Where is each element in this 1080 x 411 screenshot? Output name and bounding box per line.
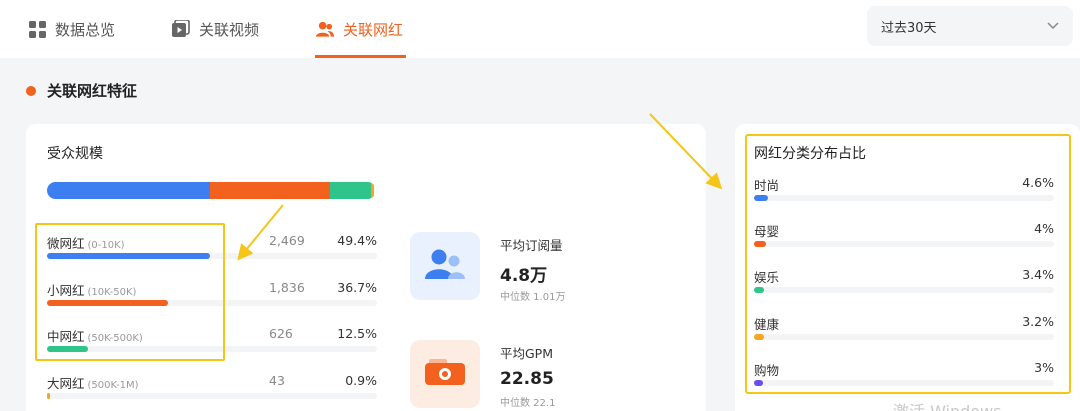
- tab-label: 关联视频: [199, 20, 260, 39]
- metric-label: 平均GPM: [500, 346, 554, 361]
- progress-fill: [47, 253, 210, 259]
- audience-row-range: (500K-1M): [87, 380, 139, 391]
- category-row: 娱乐 3.4%: [754, 267, 1054, 297]
- audience-row: 大网红 (500K-1M) 43 0.9%: [47, 373, 377, 411]
- audience-row-range: (10K-50K): [87, 287, 137, 298]
- audience-row-pct: 0.9%: [345, 373, 377, 388]
- os-watermark: 激活 Windows: [893, 398, 1002, 411]
- progress-fill: [47, 300, 168, 306]
- date-range-value: 过去30天: [881, 20, 937, 36]
- chevron-down-icon: [1047, 19, 1059, 34]
- category-row: 母婴 4%: [754, 221, 1054, 251]
- users-icon: [424, 248, 466, 284]
- audience-row-name: 中网红 (50K-500K): [47, 329, 143, 344]
- audience-row-name: 微网红 (0-10K): [47, 236, 125, 251]
- progress-fill: [754, 241, 766, 247]
- audience-row: 中网红 (50K-500K) 626 12.5%: [47, 326, 377, 366]
- audience-row-range: (50K-500K): [87, 333, 143, 344]
- category-pct: 3.4%: [1022, 267, 1054, 282]
- tab-overview[interactable]: 数据总览: [28, 0, 115, 58]
- progress-track: [754, 287, 1054, 293]
- audience-row-pct: 49.4%: [337, 233, 377, 248]
- category-name: 购物: [754, 363, 780, 378]
- progress-track: [754, 241, 1054, 247]
- progress-fill: [47, 393, 50, 399]
- category-pct: 3%: [1034, 360, 1054, 375]
- category-name: 母婴: [754, 224, 780, 239]
- stack-segment: [209, 182, 331, 199]
- category-row: 购物 3%: [754, 360, 1054, 390]
- metric-sub: 中位数 22.1: [500, 398, 556, 409]
- category-name: 健康: [754, 317, 780, 332]
- grid-icon: [28, 20, 46, 38]
- top-tab-bar: 数据总览 关联视频 关联网红 过去30天: [0, 0, 1080, 58]
- progress-fill: [754, 380, 763, 386]
- progress-track: [47, 393, 377, 399]
- metric-sub: 中位数 1.01万: [500, 292, 566, 303]
- category-name: 娱乐: [754, 270, 780, 285]
- section-dot: [26, 86, 36, 96]
- metric-subscribers-icon-box: [410, 232, 480, 300]
- audience-row-name: 小网红 (10K-50K): [47, 283, 137, 298]
- audience-row-range: (0-10K): [87, 240, 125, 251]
- date-range-select[interactable]: 过去30天: [867, 6, 1073, 46]
- video-icon: [172, 20, 190, 38]
- tab-related-influencers[interactable]: 关联网红: [316, 0, 403, 58]
- progress-track: [47, 346, 377, 352]
- metric-gpm-icon-box: [410, 340, 480, 408]
- tab-label: 关联网红: [343, 20, 404, 39]
- metric-value: 4.8万: [500, 266, 548, 286]
- category-name: 时尚: [754, 178, 780, 193]
- progress-track: [754, 334, 1054, 340]
- category-title: 网红分类分布占比: [754, 146, 866, 162]
- stack-segment: [330, 182, 372, 199]
- progress-fill: [754, 287, 764, 293]
- audience-row: 微网红 (0-10K) 2,469 49.4%: [47, 233, 377, 273]
- progress-fill: [47, 346, 88, 352]
- audience-row: 小网红 (10K-50K) 1,836 36.7%: [47, 280, 377, 320]
- audience-title: 受众规模: [47, 146, 103, 162]
- metric-value: 22.85: [500, 369, 554, 389]
- progress-fill: [754, 195, 768, 201]
- audience-row-name: 大网红 (500K-1M): [47, 376, 139, 391]
- progress-track: [754, 195, 1054, 201]
- category-row: 健康 3.2%: [754, 314, 1054, 344]
- category-row: 时尚 4.6%: [754, 175, 1054, 205]
- category-pct: 3.2%: [1022, 314, 1054, 329]
- wallet-icon: [425, 359, 465, 389]
- audience-row-pct: 12.5%: [337, 326, 377, 341]
- tab-label: 数据总览: [55, 20, 116, 39]
- category-pct: 4.6%: [1022, 175, 1054, 190]
- audience-stacked-bar: [47, 182, 376, 199]
- section-title: 关联网红特征: [47, 82, 138, 100]
- active-tab-indicator: [315, 55, 406, 58]
- stack-segment: [47, 182, 210, 199]
- audience-row-pct: 36.7%: [337, 280, 377, 295]
- progress-track: [754, 380, 1054, 386]
- category-pct: 4%: [1034, 221, 1054, 236]
- metric-label: 平均订阅量: [500, 238, 563, 253]
- progress-fill: [754, 334, 764, 340]
- users-icon: [316, 20, 334, 38]
- tab-related-videos[interactable]: 关联视频: [172, 0, 259, 58]
